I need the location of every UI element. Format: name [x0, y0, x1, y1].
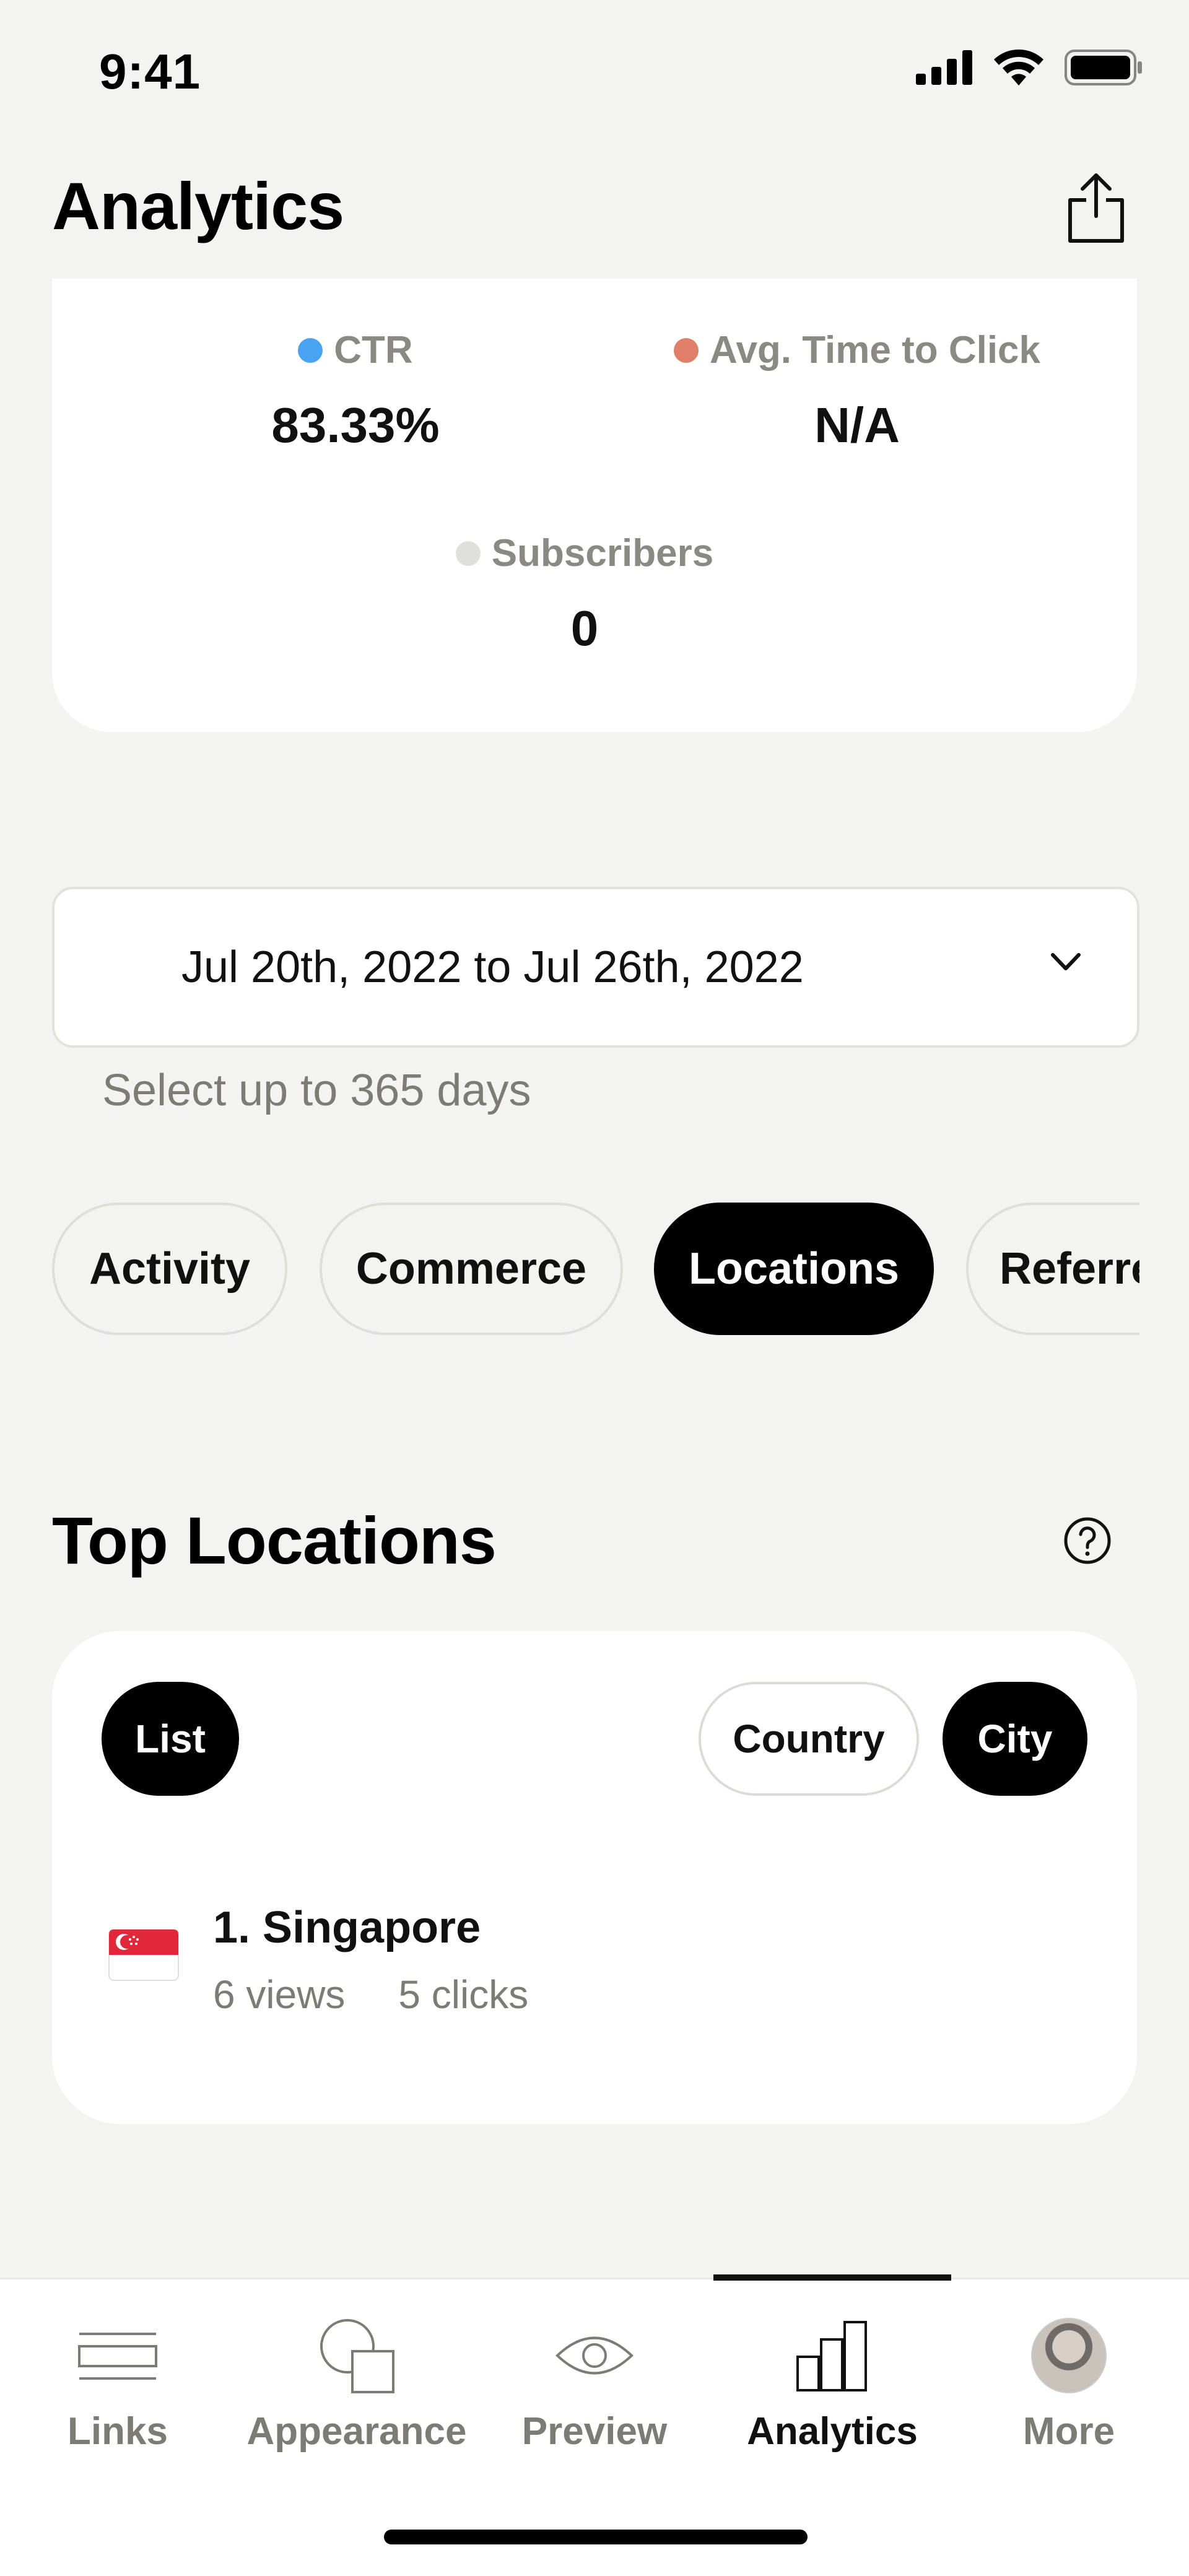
battery-icon — [1065, 50, 1142, 85]
stat-subscribers: Subscribers 0 — [399, 531, 770, 657]
signal-icon — [916, 50, 972, 85]
page-title: Analytics — [52, 168, 344, 243]
tab-referrers[interactable]: Referrers — [966, 1203, 1139, 1335]
home-indicator — [384, 2530, 808, 2544]
bar-chart-icon — [796, 2321, 867, 2391]
date-range-hint: Select up to 365 days — [102, 1066, 531, 1115]
stat-avg-time-label: Avg. Time to Click — [709, 329, 1041, 372]
nav-preview-label: Preview — [521, 2410, 668, 2453]
chevron-down-icon — [1051, 953, 1081, 970]
eye-icon — [555, 2336, 634, 2375]
nav-more[interactable]: More — [957, 2309, 1180, 2453]
top-locations-card: List Country City 1. Singapore 6 views 5… — [52, 1631, 1137, 2124]
location-views: 6 views — [213, 1972, 346, 2017]
nav-preview[interactable]: Preview — [483, 2309, 706, 2453]
share-icon — [1068, 173, 1124, 243]
avg-time-legend-dot — [673, 337, 699, 363]
stat-subscribers-label: Subscribers — [491, 532, 714, 575]
status-time: 9:41 — [99, 44, 201, 99]
stats-card: CTR 83.33% Avg. Time to Click N/A Subscr… — [52, 279, 1137, 732]
nav-links[interactable]: Links — [6, 2309, 229, 2453]
avatar — [1031, 2318, 1107, 2393]
nav-more-label: More — [1022, 2410, 1115, 2453]
active-tab-indicator — [713, 2274, 951, 2281]
location-clicks: 5 clicks — [398, 1972, 529, 2017]
date-range-value: Jul 20th, 2022 to Jul 26th, 2022 — [181, 942, 804, 992]
stat-avg-time-value: N/A — [814, 398, 900, 453]
nav-links-label: Links — [68, 2410, 168, 2453]
tab-activity[interactable]: Activity — [52, 1203, 287, 1335]
appearance-icon — [320, 2319, 394, 2393]
stat-avg-time: Avg. Time to Click N/A — [634, 328, 1080, 454]
nav-appearance-label: Appearance — [246, 2410, 467, 2453]
ctr-legend-dot — [298, 337, 323, 363]
list-view-toggle[interactable]: List — [102, 1682, 239, 1796]
share-button[interactable] — [1062, 167, 1130, 248]
top-locations-title: Top Locations — [52, 1503, 497, 1578]
status-icons — [916, 50, 1143, 85]
analytics-tabs: Activity Commerce Locations Referrers — [52, 1203, 1139, 1340]
help-icon[interactable] — [1063, 1516, 1112, 1565]
nav-analytics-label: Analytics — [747, 2410, 918, 2453]
stat-subscribers-value: 0 — [570, 601, 599, 656]
links-icon — [78, 2333, 157, 2380]
stat-ctr-value: 83.33% — [271, 398, 440, 453]
tab-commerce[interactable]: Commerce — [320, 1203, 623, 1335]
date-range-select[interactable]: Jul 20th, 2022 to Jul 26th, 2022 — [52, 887, 1139, 1048]
nav-appearance[interactable]: Appearance — [245, 2309, 468, 2453]
wifi-icon — [994, 50, 1043, 85]
filter-country-button[interactable]: Country — [699, 1682, 919, 1796]
location-name: 1. Singapore — [213, 1903, 481, 1952]
subscribers-legend-dot — [455, 541, 481, 566]
nav-analytics[interactable]: Analytics — [721, 2309, 944, 2453]
singapore-flag-icon — [108, 1929, 179, 1981]
stat-ctr-label: CTR — [334, 329, 413, 372]
stat-ctr: CTR 83.33% — [188, 328, 523, 454]
filter-city-button[interactable]: City — [943, 1682, 1087, 1796]
tab-locations[interactable]: Locations — [654, 1203, 934, 1335]
